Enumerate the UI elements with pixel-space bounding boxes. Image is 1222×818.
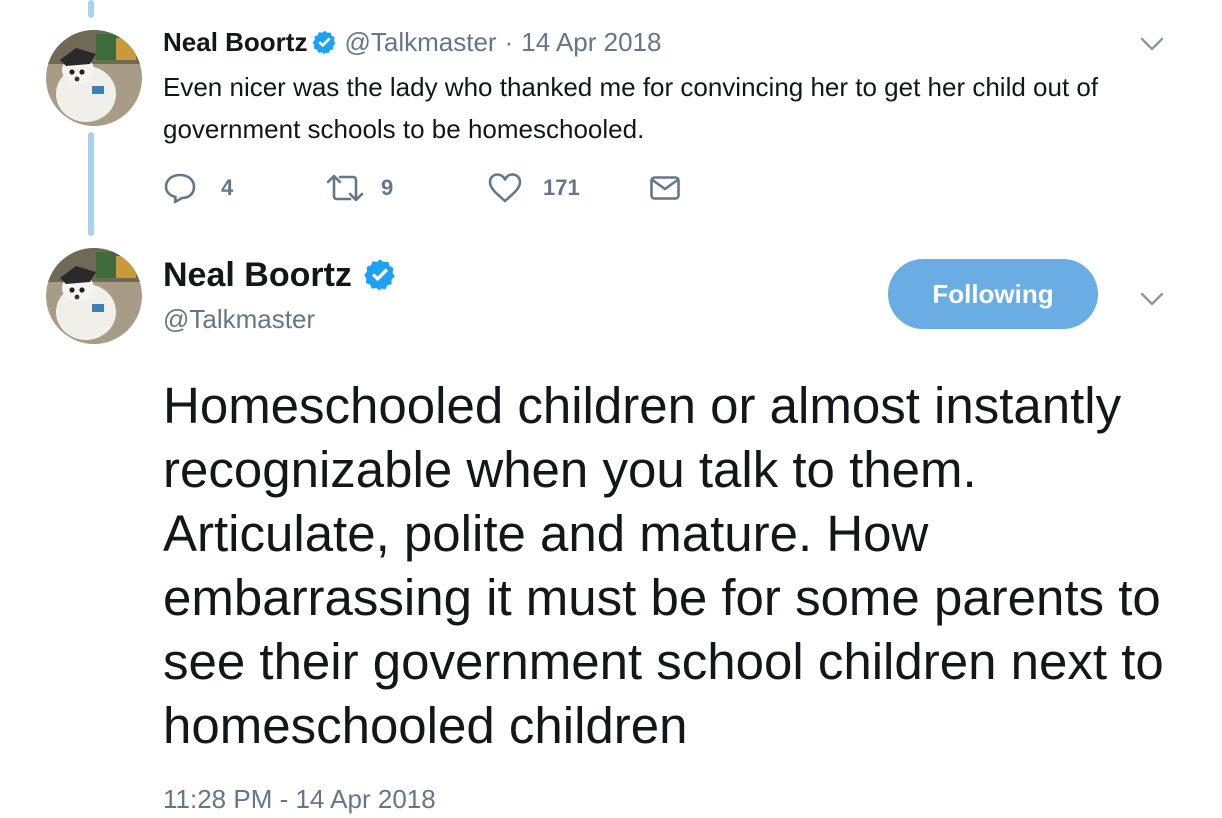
main-tweet-text: Homeschooled children or almost instantl… <box>163 377 1164 754</box>
reply-icon <box>164 173 196 204</box>
like-button[interactable]: 171 <box>487 168 580 208</box>
verified-badge-icon <box>364 259 395 291</box>
thread-line-connector <box>88 132 94 236</box>
parent-avatar[interactable] <box>46 30 142 126</box>
main-author-row: Neal Boortz <box>163 252 398 298</box>
retweet-count: 9 <box>381 175 394 200</box>
thread-line-top <box>88 0 94 18</box>
heart-icon <box>488 173 522 203</box>
following-button[interactable]: Following <box>888 259 1098 329</box>
parent-handle[interactable]: @Talkmaster <box>344 27 496 58</box>
parent-tweet-text: Even nicer was the lady who thanked me f… <box>163 72 1099 144</box>
meta-separator: · <box>504 26 514 57</box>
chevron-down-icon[interactable] <box>1140 36 1164 52</box>
main-avatar[interactable] <box>46 248 142 344</box>
parent-date[interactable]: 14 Apr 2018 <box>521 27 661 58</box>
reply-button[interactable]: 4 <box>163 168 233 208</box>
verified-badge-icon <box>313 30 336 54</box>
main-handle[interactable]: @Talkmaster <box>163 304 315 335</box>
chevron-down-icon[interactable] <box>1140 291 1164 307</box>
parent-author-name[interactable]: Neal Boortz <box>163 27 307 58</box>
parent-tweet-header: Neal Boortz @Talkmaster · 14 Apr 2018 <box>163 24 661 60</box>
like-count: 171 <box>543 175 580 200</box>
direct-message-button[interactable] <box>649 168 681 208</box>
envelope-icon <box>650 176 680 200</box>
tweet-timestamp[interactable]: 11:28 PM - 14 Apr 2018 <box>163 784 436 815</box>
retweet-icon <box>326 174 364 202</box>
retweet-button[interactable]: 9 <box>325 168 393 208</box>
reply-count: 4 <box>221 175 234 200</box>
main-author-name[interactable]: Neal Boortz <box>163 256 352 295</box>
